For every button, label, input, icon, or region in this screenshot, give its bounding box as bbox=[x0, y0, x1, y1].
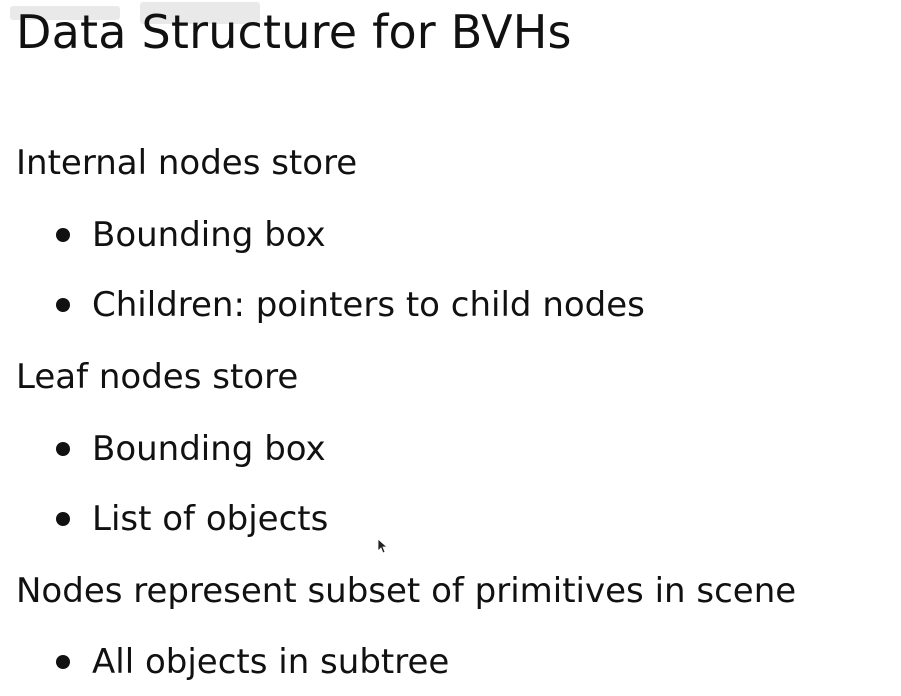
bullet-text: Bounding box bbox=[92, 215, 326, 255]
bullet-text: Children: pointers to child nodes bbox=[92, 285, 645, 325]
bullet-text: List of objects bbox=[92, 499, 329, 539]
bullet-dot-icon bbox=[56, 298, 70, 312]
section-heading-internal-nodes: Internal nodes store bbox=[16, 143, 358, 183]
section-heading-leaf-nodes: Leaf nodes store bbox=[16, 357, 299, 397]
bullet-dot-icon bbox=[56, 228, 70, 242]
bullet-text: All objects in subtree bbox=[92, 642, 450, 682]
bullet-text: Bounding box bbox=[92, 429, 326, 469]
slide: Data Structure for BVHs Internal nodes s… bbox=[0, 0, 901, 696]
bullet-dot-icon bbox=[56, 512, 70, 526]
slide-title: Data Structure for BVHs bbox=[16, 5, 572, 59]
bullet-item: Bounding box bbox=[56, 427, 326, 471]
bullet-item: List of objects bbox=[56, 497, 328, 541]
bullet-dot-icon bbox=[56, 442, 70, 456]
section-heading-nodes-represent: Nodes represent subset of primitives in … bbox=[16, 571, 797, 611]
bullet-item: Children: pointers to child nodes bbox=[56, 283, 645, 327]
bullet-dot-icon bbox=[56, 655, 70, 669]
bullet-item: All objects in subtree bbox=[56, 640, 449, 684]
bullet-item: Bounding box bbox=[56, 213, 326, 257]
mouse-pointer-icon bbox=[377, 538, 387, 554]
